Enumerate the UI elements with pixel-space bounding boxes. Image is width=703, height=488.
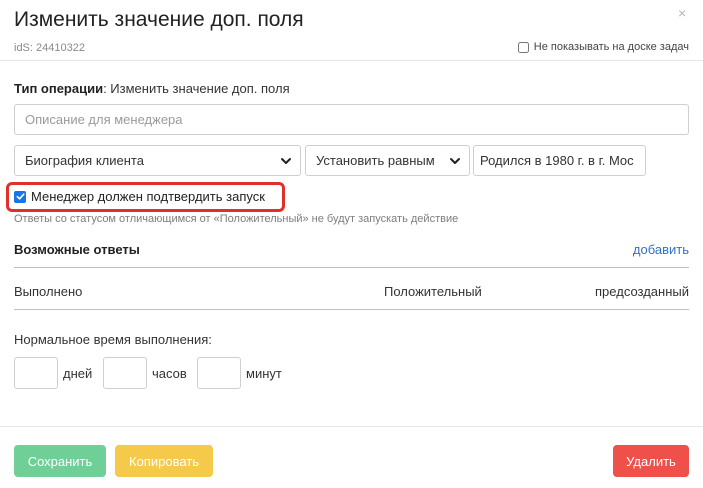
operation-type: Тип операции: Изменить значение доп. пол… xyxy=(14,81,290,96)
normal-time-label: Нормальное время выполнения: xyxy=(14,332,212,347)
edit-field-modal: Изменить значение доп. поля × idS: 24410… xyxy=(0,0,703,488)
confirm-hint: Ответы со статусом отличающимся от «Поло… xyxy=(14,213,459,225)
copy-button[interactable]: Копировать xyxy=(115,445,213,477)
answers-header-divider xyxy=(14,267,689,268)
operator-select[interactable]: Установить равным xyxy=(305,145,470,176)
footer-divider xyxy=(0,426,703,427)
ids-label: idS: 24410322 xyxy=(14,42,85,54)
manager-confirm-option[interactable]: Менеджер должен подтвердить запуск xyxy=(14,189,265,204)
answer-type: предсозданный xyxy=(595,284,689,299)
field-value-input[interactable]: Родился в 1980 г. в г. Мос xyxy=(473,145,646,176)
field-select[interactable]: Биография клиента xyxy=(14,145,301,176)
operation-type-value: : Изменить значение доп. поля xyxy=(103,81,290,96)
manager-description-input[interactable] xyxy=(14,104,689,135)
days-input[interactable] xyxy=(14,357,58,389)
close-icon[interactable]: × xyxy=(678,5,686,21)
answer-status: Положительный xyxy=(384,284,482,299)
delete-button[interactable]: Удалить xyxy=(613,445,689,477)
modal-title: Изменить значение доп. поля xyxy=(14,8,304,31)
hours-label: часов xyxy=(152,366,187,381)
checkmark-icon xyxy=(16,193,25,200)
operator-select-value: Установить равным xyxy=(316,153,435,168)
manager-confirm-label: Менеджер должен подтвердить запуск xyxy=(31,189,265,204)
manager-confirm-checkbox[interactable] xyxy=(14,190,26,203)
answer-name: Выполнено xyxy=(14,284,83,299)
answers-title: Возможные ответы xyxy=(14,242,140,257)
hide-on-board-option[interactable]: Не показывать на доске задач xyxy=(517,41,689,53)
hide-on-board-label: Не показывать на доске задач xyxy=(533,41,689,53)
hours-input[interactable] xyxy=(103,357,147,389)
answers-row-divider xyxy=(14,309,689,310)
hide-on-board-checkbox[interactable] xyxy=(517,41,529,53)
minutes-label: минут xyxy=(246,366,282,381)
header-divider xyxy=(0,60,703,61)
chevron-down-icon xyxy=(281,158,291,164)
field-select-value: Биография клиента xyxy=(25,153,144,168)
add-answer-link[interactable]: добавить xyxy=(633,242,689,257)
minutes-input[interactable] xyxy=(197,357,241,389)
save-button[interactable]: Сохранить xyxy=(14,445,106,477)
chevron-down-icon xyxy=(450,158,460,164)
operation-type-label: Тип операции xyxy=(14,81,104,96)
days-label: дней xyxy=(63,366,93,381)
